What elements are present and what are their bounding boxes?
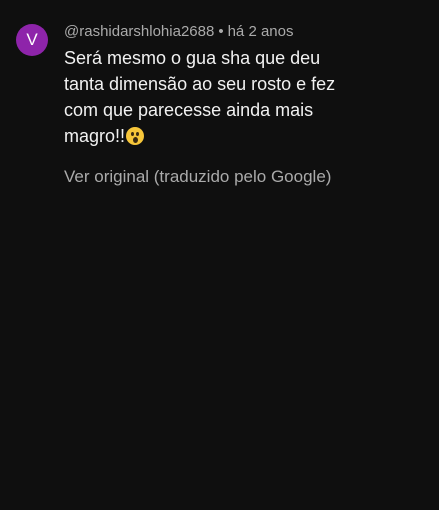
comment-body: @rashidarshlohia2688 • há 2 anos Será mesm… <box>64 22 427 188</box>
comment-text: Será mesmo o gua sha que deu tanta dimen… <box>64 45 364 149</box>
view-original-link[interactable]: Ver original (traduzido pelo Google) <box>64 166 427 188</box>
meta-separator: • <box>218 23 224 40</box>
avatar[interactable]: V <box>16 24 48 56</box>
comment-timestamp[interactable]: há 2 anos <box>228 23 294 40</box>
emoji-mouth <box>132 137 138 143</box>
comment-meta: @rashidarshlohia2688 • há 2 anos <box>64 22 427 42</box>
comment-author[interactable]: @rashidarshlohia2688 <box>64 23 214 40</box>
hushed-face-icon <box>126 127 145 145</box>
emoji-right-eye <box>136 132 140 136</box>
comment-text-content: Será mesmo o gua sha que deu tanta dimen… <box>64 48 336 146</box>
emoji-left-eye <box>131 132 135 136</box>
comment: V @rashidarshlohia2688 • há 2 anos Será me… <box>16 22 427 188</box>
avatar-letter: V <box>26 30 38 49</box>
